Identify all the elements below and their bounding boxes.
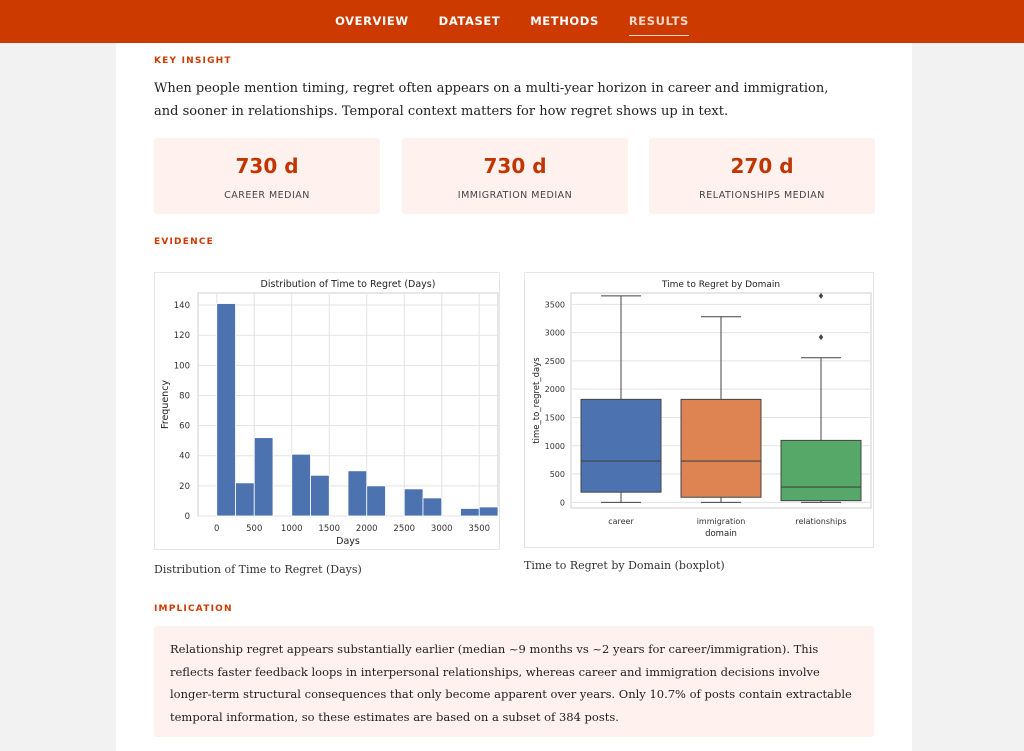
y-axis-label: time_to_regret_days xyxy=(532,357,542,444)
x-tick-label: 3500 xyxy=(468,524,490,534)
boxplot-chart: 0 500 1000 1500 2000 2500 3000 3500 career immigr… xyxy=(524,272,874,548)
y-tick-label: 20 xyxy=(179,482,190,492)
key-insight-text: When people mention timing, regret often… xyxy=(154,81,829,119)
box-immigration xyxy=(680,398,762,498)
implication-text: Relationship regret appears substantiall… xyxy=(170,642,852,724)
histogram-caption: Distribution of Time to Regret (Days) xyxy=(154,563,362,576)
histogram-bar xyxy=(310,474,330,517)
chart-title: Distribution of Time to Regret (Days) xyxy=(261,279,436,290)
y-tick-label: 2500 xyxy=(545,357,565,366)
stat-card-immigration: 730 d IMMIGRATION MEDIAN xyxy=(402,138,628,214)
evidence-label: EVIDENCE xyxy=(154,237,214,247)
stat-value: 730 d xyxy=(483,154,547,178)
stat-label: IMMIGRATION MEDIAN xyxy=(457,190,573,201)
x-tick-label: 3000 xyxy=(431,524,453,534)
x-tick-label: 500 xyxy=(246,524,262,534)
nav-overview[interactable]: OVERVIEW xyxy=(335,14,409,30)
histogram-bar xyxy=(422,497,443,517)
x-axis-label: domain xyxy=(705,529,737,539)
y-tick-label: 1000 xyxy=(545,442,565,451)
histogram-bar xyxy=(478,506,499,517)
y-tick-label: 40 xyxy=(179,452,190,462)
x-tick-label: 0 xyxy=(214,524,219,534)
y-tick-label: 3000 xyxy=(545,329,565,338)
top-nav: OVERVIEW DATASET METHODS RESULTS xyxy=(0,0,1024,43)
histogram-bar xyxy=(291,453,311,517)
histogram-bar xyxy=(235,482,255,517)
x-tick-label: 1500 xyxy=(318,524,340,534)
histogram-bar xyxy=(403,488,424,517)
box-relationships xyxy=(780,439,862,502)
y-tick-label: 60 xyxy=(179,422,190,432)
nav-dataset[interactable]: DATASET xyxy=(439,14,501,30)
stat-value: 270 d xyxy=(730,154,794,178)
y-tick-label: 100 xyxy=(174,361,190,371)
y-tick-label: 140 xyxy=(174,301,190,311)
histogram-svg: 0 500 1000 1500 2000 2500 3000 3500 0 20 40 60 80 100… xyxy=(160,279,499,547)
stat-card-career: 730 d CAREER MEDIAN xyxy=(154,138,380,214)
boxplot-svg: 0 500 1000 1500 2000 2500 3000 3500 career immigr… xyxy=(532,280,872,539)
histogram-bar xyxy=(460,508,480,517)
x-tick-label: relationships xyxy=(795,517,846,526)
stat-value: 730 d xyxy=(235,154,299,178)
y-tick-label: 120 xyxy=(174,331,190,341)
x-tick-label: career xyxy=(608,517,634,526)
y-tick-label: 500 xyxy=(550,470,565,479)
stat-label: CAREER MEDIAN xyxy=(224,190,310,201)
histogram-bar xyxy=(347,470,368,517)
key-insight-label: KEY INSIGHT xyxy=(154,56,232,66)
y-tick-label: 3500 xyxy=(545,300,565,309)
x-tick-label: 1000 xyxy=(281,524,303,534)
implication-label: IMPLICATION xyxy=(154,604,233,614)
y-tick-label: 0 xyxy=(185,512,190,522)
y-tick-label: 80 xyxy=(179,391,190,401)
nav-methods[interactable]: METHODS xyxy=(530,14,599,30)
nav-results[interactable]: RESULTS xyxy=(628,14,690,36)
box-career xyxy=(580,398,662,493)
implication-box: Relationship regret appears substantiall… xyxy=(154,626,874,737)
y-tick-label: 1500 xyxy=(545,413,565,422)
x-axis-label: Days xyxy=(336,536,360,547)
chart-title: Time to Regret by Domain xyxy=(661,280,780,290)
x-tick-label: 2500 xyxy=(393,524,415,534)
histogram-bar xyxy=(366,485,386,517)
histogram-chart: 0 500 1000 1500 2000 2500 3000 3500 0 20 40 60 80 100… xyxy=(154,272,500,550)
stat-label: RELATIONSHIPS MEDIAN xyxy=(699,190,825,201)
y-axis-label: Frequency xyxy=(160,380,171,429)
histogram-bar xyxy=(253,437,274,517)
x-tick-label: 2000 xyxy=(356,524,378,534)
y-tick-label: 0 xyxy=(560,498,565,507)
stat-card-relationships: 270 d RELATIONSHIPS MEDIAN xyxy=(649,138,875,214)
y-tick-label: 2000 xyxy=(545,385,565,394)
boxplot-caption: Time to Regret by Domain (boxplot) xyxy=(524,559,725,572)
histogram-bar xyxy=(216,303,236,517)
x-tick-label: immigration xyxy=(697,517,746,526)
